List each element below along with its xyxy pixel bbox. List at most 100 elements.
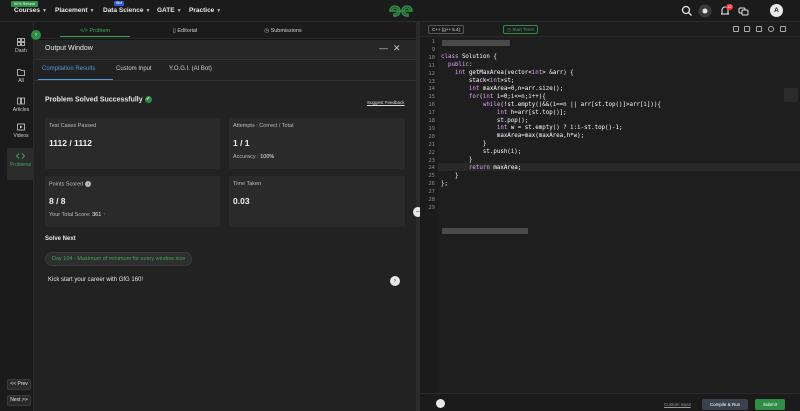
- prev-button[interactable]: << Prev: [7, 379, 31, 390]
- line-number: 26: [428, 181, 435, 188]
- attempts-label: Attempts : Correct / Total: [233, 123, 294, 129]
- code-icon: </>: [80, 28, 90, 34]
- fullscreen-icon[interactable]: [780, 26, 786, 32]
- line-number: 16: [428, 102, 435, 109]
- points-value: 8 / 8: [49, 196, 66, 206]
- sidebar-item-videos[interactable]: Videos: [8, 119, 34, 149]
- line-number: 22: [428, 149, 435, 156]
- tab-editorial[interactable]: ▯ Editorial: [155, 25, 215, 37]
- tab-editorial-label: Editorial: [177, 28, 198, 34]
- tab-custom-input[interactable]: Custom Input: [116, 66, 152, 72]
- line-number-gutter: 1 9 10 11 12 13 14 15 16 17 18 19 20 21 22 23 24 25 26 27 28…: [420, 37, 438, 411]
- copy-icon[interactable]: [733, 26, 739, 32]
- sidebar-item-label: Videos: [13, 133, 29, 139]
- submit-button[interactable]: Submit: [755, 399, 785, 410]
- reset-icon[interactable]: [768, 26, 774, 32]
- line-number: 23: [428, 157, 435, 164]
- tab-problem[interactable]: </> Problem: [60, 25, 130, 37]
- next-button[interactable]: Next >>: [7, 395, 31, 406]
- tabs-divider: [34, 80, 416, 81]
- chevron-down-icon: ▼: [176, 8, 182, 14]
- total-score-value: 361: [92, 212, 102, 218]
- language-select[interactable]: C++ (g++ 5.4): [428, 25, 465, 34]
- editor-footer: Custom Input Compile & Run Submit: [420, 393, 800, 411]
- line-number: 29: [428, 204, 435, 211]
- custom-input-link[interactable]: Custom Input: [664, 402, 691, 407]
- chevron-down-icon: ▼: [216, 8, 222, 14]
- editor-toolbar: C++ (g++ 5.4) ◷ Start Timer: [420, 22, 800, 37]
- nav-gate[interactable]: GATE ▼: [157, 7, 182, 14]
- nav-practice[interactable]: Practice ▼: [189, 7, 221, 14]
- document-icon[interactable]: [744, 26, 750, 32]
- chevron-down-icon: ▼: [42, 8, 47, 14]
- sidebar-item-all[interactable]: All: [8, 64, 34, 94]
- line-number: 17: [428, 110, 435, 117]
- nav-courses[interactable]: Courses ▼: [14, 7, 47, 14]
- line-number: 27: [428, 189, 435, 196]
- line-number: 21: [428, 141, 435, 148]
- nav-data-science[interactable]: Data Science ▼: [103, 7, 150, 14]
- accuracy-label: Accuracy :: [233, 154, 259, 160]
- folded-code-block[interactable]: [442, 40, 510, 46]
- compile-run-button[interactable]: Compile & Run: [702, 399, 748, 410]
- code-line: while(!st.empty()&&(i==n || arr[st.top()…: [482, 101, 661, 108]
- time-taken-card: Time Taken 0.03: [229, 176, 405, 227]
- code-icon: [16, 153, 25, 159]
- nav-placement-label: Placement: [55, 7, 88, 14]
- line-number: 12: [428, 70, 435, 77]
- gfg-logo[interactable]: [388, 4, 414, 18]
- folded-code-block[interactable]: [442, 228, 528, 234]
- lightbulb-icon[interactable]: [436, 399, 445, 408]
- code-line: }: [441, 157, 473, 163]
- dashboard-icon: [17, 38, 25, 46]
- points-card: Points Scored i 8 / 8 Your Total Score: 3…: [45, 176, 220, 227]
- total-score-line: Your Total Score: 361 ↑: [49, 212, 106, 218]
- next-problem-pill[interactable]: Day 104 - Maximum of minimum for every w…: [45, 252, 193, 266]
- accuracy-line: Accuracy : 100%: [233, 154, 274, 160]
- chat-icon[interactable]: [784, 88, 798, 102]
- chevron-right-icon[interactable]: ›: [390, 276, 400, 286]
- theme-toggle-icon[interactable]: [698, 4, 712, 18]
- nav-practice-label: Practice: [189, 7, 215, 14]
- code-line: maxArea=max(maxArea,h*w);: [441, 133, 585, 140]
- code-area[interactable]: class Solution { public: int getMaxArea(…: [438, 37, 800, 411]
- attempts-value: 1 / 1: [233, 138, 250, 148]
- suggest-feedback-link[interactable]: Suggest Feedback: [367, 100, 405, 105]
- chevron-right-icon: ›: [35, 32, 37, 38]
- chat-icon[interactable]: [736, 4, 750, 18]
- total-score-label: Your Total Score:: [49, 212, 91, 218]
- time-label: Time Taken: [233, 181, 262, 187]
- code-editor-pane: C++ (g++ 5.4) ◷ Start Timer 1 9 10 11 12 13 14…: [420, 22, 800, 411]
- avatar[interactable]: A: [770, 4, 783, 17]
- tab-compilation-results[interactable]: Compilation Results: [42, 66, 95, 72]
- line-number: 19: [428, 125, 435, 132]
- line-number: 15: [428, 94, 435, 101]
- tab-yogi-ai-bot[interactable]: Y.O.G.I. (AI Bot): [169, 66, 212, 72]
- sidebar-item-problems[interactable]: Problems: [7, 148, 34, 180]
- settings-icon[interactable]: [756, 26, 762, 32]
- info-icon[interactable]: i: [85, 181, 92, 187]
- line-number: 20: [428, 133, 435, 140]
- close-icon[interactable]: ✕: [393, 43, 401, 54]
- output-window: Output Window — ✕ Compilation Results Cu…: [34, 40, 416, 411]
- sidebar-item-dash[interactable]: Dash: [8, 34, 34, 64]
- code-line: for(int i=0;i<=n;i++){: [468, 93, 546, 100]
- code-line: class Solution {: [441, 54, 497, 61]
- start-timer-label: Start Timer: [512, 27, 535, 32]
- search-icon[interactable]: [680, 4, 694, 18]
- test-cases-value: 1112 / 1112: [49, 138, 93, 148]
- tab-submissions[interactable]: ◷ Submissions: [248, 25, 318, 37]
- sidebar-item-label: Dash: [15, 48, 27, 54]
- code-line: };: [441, 180, 448, 187]
- nav-placement[interactable]: Placement ▼: [55, 7, 94, 14]
- code-line: public:: [447, 62, 473, 69]
- accuracy-value: 100%: [260, 154, 275, 160]
- start-timer-button[interactable]: ◷ Start Timer: [503, 25, 539, 34]
- line-number: 14: [428, 86, 435, 93]
- points-label-wrap: Points Scored i: [49, 181, 92, 187]
- line-number: 28: [428, 197, 435, 203]
- collapse-toggle-button[interactable]: ›: [31, 30, 41, 40]
- status-text: Problem Solved Successfully: [45, 96, 143, 104]
- minimize-icon[interactable]: —: [379, 43, 388, 53]
- solve-next-heading: Solve Next: [45, 236, 76, 242]
